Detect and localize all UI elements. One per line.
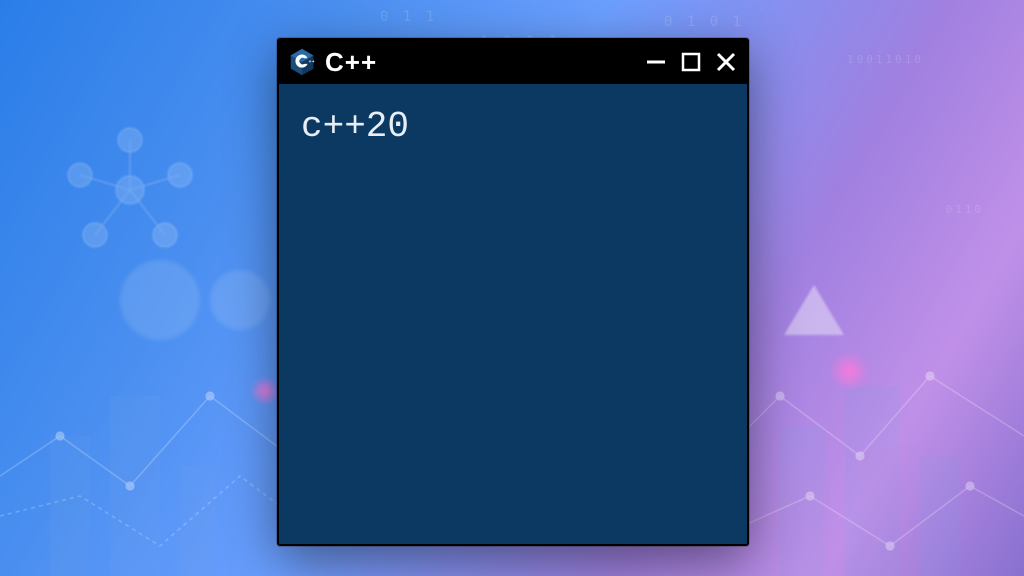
maximize-button[interactable] — [681, 52, 701, 72]
terminal-body[interactable]: c++20 — [279, 84, 747, 544]
terminal-output-line: c++20 — [301, 104, 725, 151]
bg-circle — [120, 260, 200, 340]
matrix-digits: 0 1 1 — [380, 5, 437, 30]
svg-text:+: + — [312, 59, 315, 64]
molecule-graphic — [60, 120, 200, 260]
window-controls — [645, 51, 737, 73]
window-titlebar[interactable]: + + C++ — [279, 40, 747, 84]
minimize-button[interactable] — [645, 51, 667, 73]
matrix-digits: 10011010 — [847, 50, 924, 70]
terminal-window: + + C++ c++20 — [277, 38, 749, 546]
bg-circle — [210, 270, 270, 330]
window-title: C++ — [325, 47, 637, 78]
glow-spot — [250, 376, 280, 406]
close-button[interactable] — [715, 51, 737, 73]
glow-spot — [829, 351, 869, 391]
matrix-digits: 0 1 0 1 — [664, 10, 744, 35]
bg-triangle — [784, 285, 844, 335]
terminal-text: c++20 — [301, 106, 409, 147]
cpp-hex-icon: + + — [287, 47, 317, 77]
matrix-digits: 0110 — [946, 200, 985, 220]
